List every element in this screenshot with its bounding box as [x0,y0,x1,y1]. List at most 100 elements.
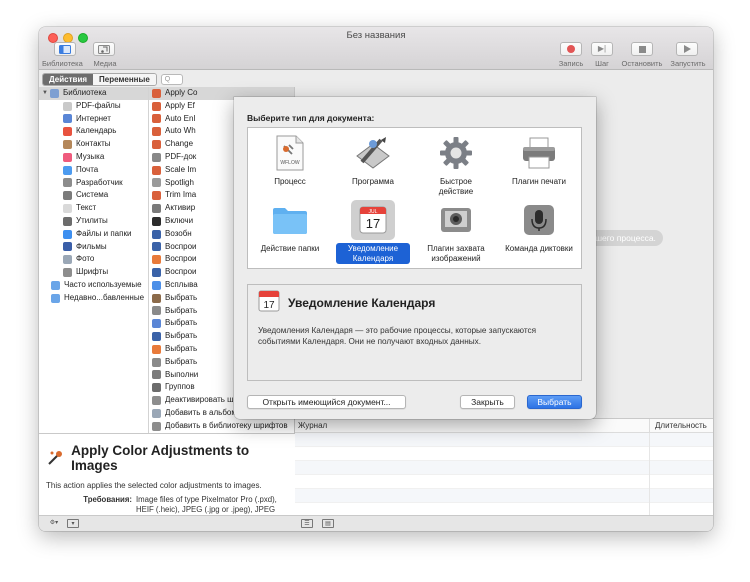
description-title: Apply Color Adjustments to Images [46,443,288,473]
action-icon [152,268,161,278]
action-icon [152,88,161,98]
type-application[interactable]: Программа [336,133,410,188]
disclosure-triangle-icon[interactable]: ▼ [42,87,50,100]
log-view-icon[interactable]: ▤ [322,519,334,528]
log-column-duration[interactable]: Длительность [649,419,707,433]
type-print-plugin[interactable]: Плагин печати [502,133,576,188]
library-folder-icon [50,88,59,98]
library-item[interactable]: Фото [39,253,148,266]
tab-variables[interactable]: Переменные [93,73,156,85]
action-icon [152,178,161,188]
stop-button[interactable] [631,42,653,56]
svg-text:17: 17 [263,300,275,311]
toolbar: Без названия Библиотека Медиа ▶| Запись … [39,27,713,70]
step-button[interactable]: ▶| [591,42,613,56]
open-existing-button[interactable]: Открыть имеющийся документ... [247,395,406,409]
type-folder-action[interactable]: Действие папки [253,200,327,255]
library-item[interactable]: Файлы и папки [39,228,148,241]
library-item[interactable]: Музыка [39,151,148,164]
action-icon [152,280,161,290]
type-quick-action[interactable]: Быстрое действие [419,133,493,197]
pdf-icon [63,101,72,111]
library-item[interactable]: Шрифты [39,266,148,279]
media-button[interactable] [93,42,115,56]
step-icon: ▶| [597,44,607,53]
library-item[interactable]: Фильмы [39,241,148,254]
search-input[interactable]: Q [160,73,183,85]
tab-actions[interactable]: Действия [43,73,94,85]
library-item[interactable]: PDF-файлы [39,100,148,113]
record-icon [567,45,575,53]
library-item[interactable]: Календарь [39,125,148,138]
run-label: Запустить [670,59,706,68]
gear-menu-icon[interactable]: ⚙▾ [45,519,63,528]
smart-folder-icon [51,280,60,290]
log-row [295,433,713,447]
library-item[interactable]: Контакты [39,138,148,151]
document-type-sheet: Выберите тип для документа: WFLOW Процес… [234,97,596,419]
action-icon [152,191,161,201]
type-calendar-alarm[interactable]: JUL 17 Уведомление Календаря [336,200,410,264]
action-icon [152,140,161,150]
library-item[interactable]: Текст [39,202,148,215]
library-root[interactable]: ▼ Библиотека [39,87,148,100]
library-item[interactable]: Интернет [39,113,148,126]
type-workflow[interactable]: WFLOW Процесс [253,133,327,188]
library-item[interactable]: Разработчик [39,177,148,190]
printer-icon [523,137,555,169]
choose-button[interactable]: Выбрать [527,395,582,409]
list-view-icon[interactable]: ☰ [301,519,313,528]
media-icon [98,44,110,54]
library-item[interactable]: Почта [39,164,148,177]
action-item[interactable]: Добавить в библиотеку шрифтов [149,420,294,433]
calendar-icon: 17 [258,290,280,312]
library-tree: ▼ Библиотека PDF-файлы Интернет Календарь К… [39,87,149,433]
tools-icon [63,178,72,188]
action-description: Apply Color Adjustments to Images This a… [39,433,295,515]
svg-text:WFLOW: WFLOW [280,160,299,166]
log-column-journal[interactable]: Журнал [298,421,327,430]
action-icon [152,408,161,418]
action-icon [152,114,161,124]
action-icon [152,152,161,162]
log-table: Журнал Длительность [295,418,713,516]
sheet-prompt: Выберите тип для документа: [247,113,375,123]
requirements-label: Требования: [83,495,132,504]
globe-icon [63,114,72,124]
type-image-capture-plugin[interactable]: Плагин захвата изображений [419,200,493,264]
workflow-icon: WFLOW [276,135,304,171]
library-toggle-button[interactable] [54,42,76,56]
smart-group-item[interactable]: Часто используемые [39,279,148,292]
microphone-icon [524,205,554,235]
automator-window: Без названия Библиотека Медиа ▶| Запись … [39,27,713,531]
action-icon [152,293,161,303]
photos-icon [63,255,72,265]
action-icon [152,421,161,431]
finder-icon [63,229,72,239]
media-label: Медиа [93,59,117,68]
run-button[interactable] [676,42,698,56]
contacts-icon [63,140,72,150]
description-toggle-icon[interactable]: ▾ [67,519,79,528]
library-item[interactable]: Система [39,189,148,202]
action-icon [152,127,161,137]
step-label: Шаг [595,59,609,68]
system-icon [63,191,72,201]
action-icon [152,204,161,214]
fonts-icon [63,268,72,278]
play-icon [683,45,691,53]
window-title: Без названия [346,30,406,41]
mail-icon [63,165,72,175]
log-row [295,475,713,489]
action-icon [152,396,161,406]
action-icon [152,306,161,316]
smart-group-item[interactable]: Недавно...бавленные [39,292,148,305]
action-icon [152,101,161,111]
library-item[interactable]: Утилиты [39,215,148,228]
text-icon [63,204,72,214]
record-button[interactable] [560,42,582,56]
document-type-grid: WFLOW Процесс Программа Быстрое действие… [247,127,582,269]
action-icon [152,344,161,354]
type-dictation-command[interactable]: Команда диктовки [502,200,576,255]
close-button[interactable]: Закрыть [460,395,515,409]
